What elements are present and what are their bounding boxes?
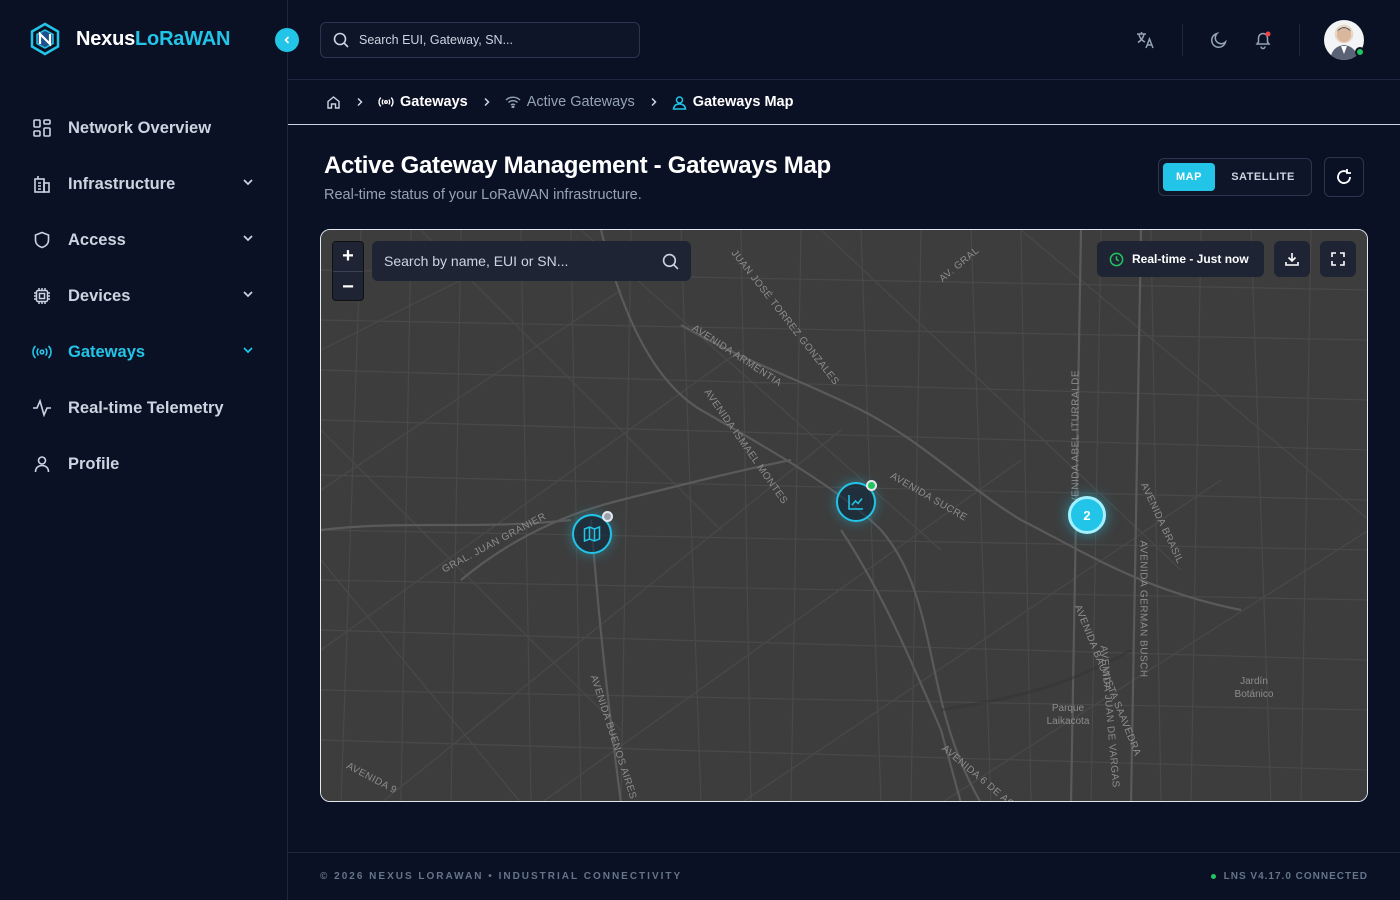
place-label: Jardín Botánico [1234, 676, 1274, 700]
sidebar-item-label: Network Overview [68, 118, 212, 137]
sidebar-item-devices[interactable]: Devices [0, 268, 288, 324]
breadcrumb-gateways[interactable]: Gateways [378, 94, 468, 110]
sidebar-item-access[interactable]: Access [0, 212, 288, 268]
refresh-button[interactable] [1324, 157, 1364, 197]
breadcrumb-label: Active Gateways [526, 94, 635, 110]
chevron-down-icon [243, 347, 253, 354]
building-icon [32, 174, 52, 194]
realtime-status: Real-time - Just now [1097, 241, 1264, 277]
street-label: AVENIDA GERMAN BUSCH [1137, 540, 1149, 678]
topbar [288, 0, 1400, 80]
map-search[interactable] [372, 241, 691, 281]
view-toggle-satellite[interactable]: SATELLITE [1219, 163, 1307, 191]
search-icon [662, 253, 679, 270]
refresh-icon [1337, 169, 1351, 184]
translate-icon[interactable] [1134, 29, 1156, 51]
footer: © 2026 NEXUS LORAWAN • INDUSTRIAL CONNEC… [288, 852, 1400, 900]
page-title: Active Gateway Management - Gateways Map [324, 152, 831, 179]
sidebar-item-profile[interactable]: Profile [0, 436, 288, 492]
download-button[interactable] [1274, 241, 1310, 277]
breadcrumb: Gateways Active Gateways Gateways Map [288, 80, 1400, 125]
app-logo[interactable]: NexusLoRaWAN [28, 22, 230, 56]
breadcrumb-label: Gateways Map [692, 94, 794, 110]
sidebar-item-label: Infrastructure [68, 174, 176, 193]
sidebar-item-infrastructure[interactable]: Infrastructure [0, 156, 288, 212]
divider [1182, 24, 1183, 56]
breadcrumb-home[interactable] [326, 95, 341, 110]
sidebar-item-network-overview[interactable]: Network Overview [0, 100, 288, 156]
lns-status-label: LNS V4.17.0 CONNECTED [1223, 871, 1368, 882]
moon-icon[interactable] [1208, 29, 1230, 51]
clock-icon [1109, 252, 1124, 266]
broadcast-icon [378, 97, 394, 107]
gateway-status-dot-online [866, 480, 877, 491]
home-icon [327, 95, 340, 109]
map-search-input[interactable] [384, 253, 662, 269]
activity-icon [32, 398, 52, 418]
search-icon [333, 32, 349, 48]
fullscreen-button[interactable] [1320, 241, 1356, 277]
zoom-in-button[interactable]: + [333, 242, 363, 272]
fullscreen-icon [1331, 252, 1345, 266]
sidebar-nav: Network Overview Infrastructure Access D… [0, 100, 288, 492]
sidebar-item-label: Access [68, 230, 126, 249]
sidebar-item-label: Gateways [68, 342, 146, 361]
zoom-control: + − [332, 241, 364, 301]
gateway-cluster[interactable]: 2 [1068, 496, 1106, 534]
chevron-down-icon [243, 235, 253, 242]
chevron-down-icon [243, 179, 253, 186]
global-search-input[interactable] [359, 33, 619, 47]
logo-hexagon-icon [30, 22, 60, 56]
realtime-label: Real-time - Just now [1132, 252, 1249, 266]
wifi-icon [505, 96, 521, 108]
online-status-dot [1355, 47, 1365, 57]
shield-icon [32, 230, 52, 250]
zoom-out-button[interactable]: − [333, 272, 363, 300]
global-search[interactable] [320, 22, 640, 58]
place-label: Parque Laikacota [1046, 703, 1090, 727]
app-name: NexusLoRaWAN [76, 27, 231, 50]
sidebar-item-label: Real-time Telemetry [68, 398, 224, 417]
chevron-left-icon [284, 36, 290, 44]
status-dot [1210, 874, 1216, 879]
divider [1299, 24, 1300, 56]
sidebar-collapse-button[interactable] [275, 28, 299, 52]
grid-icon [32, 118, 52, 138]
view-toggle-map[interactable]: MAP [1163, 163, 1215, 191]
sidebar-item-label: Devices [68, 286, 131, 305]
sidebar-item-real-time-telemetry[interactable]: Real-time Telemetry [0, 380, 288, 436]
sidebar-item-label: Profile [68, 454, 120, 473]
chevron-right-icon [482, 97, 491, 107]
trending-up-icon [848, 495, 863, 510]
copyright: © 2026 NEXUS LORAWAN • INDUSTRIAL CONNEC… [320, 871, 683, 882]
gateway-status-dot-offline [602, 511, 613, 522]
sidebar-item-gateways[interactable]: Gateways [0, 324, 288, 380]
gateways-map[interactable]: AVENIDA ARMENTIA AVENIDA ISMAEL MONTES A… [320, 229, 1368, 802]
download-icon [1285, 253, 1299, 266]
lns-status: LNS V4.17.0 CONNECTED [1210, 871, 1368, 882]
chip-icon [32, 286, 52, 306]
sidebar: NexusLoRaWAN Network Overview Infrastruc… [0, 0, 288, 900]
chevron-down-icon [243, 291, 253, 298]
map-icon [583, 525, 601, 543]
breadcrumb-label: Gateways [400, 94, 468, 110]
view-toggle: MAP SATELLITE [1158, 158, 1312, 196]
broadcast-icon [32, 342, 52, 362]
user-icon [32, 454, 52, 474]
breadcrumb-gateways-map: Gateways Map [672, 94, 794, 110]
chevron-right-icon [649, 97, 658, 107]
bell-icon[interactable] [1252, 29, 1274, 51]
user-pin-icon [672, 95, 687, 110]
chevron-right-icon [355, 97, 364, 107]
page-subtitle: Real-time status of your LoRaWAN infrast… [324, 187, 642, 203]
breadcrumb-active-gateways[interactable]: Active Gateways [505, 94, 635, 110]
street-label: AVENIDA ABEL ITURRALDE [1070, 370, 1082, 511]
